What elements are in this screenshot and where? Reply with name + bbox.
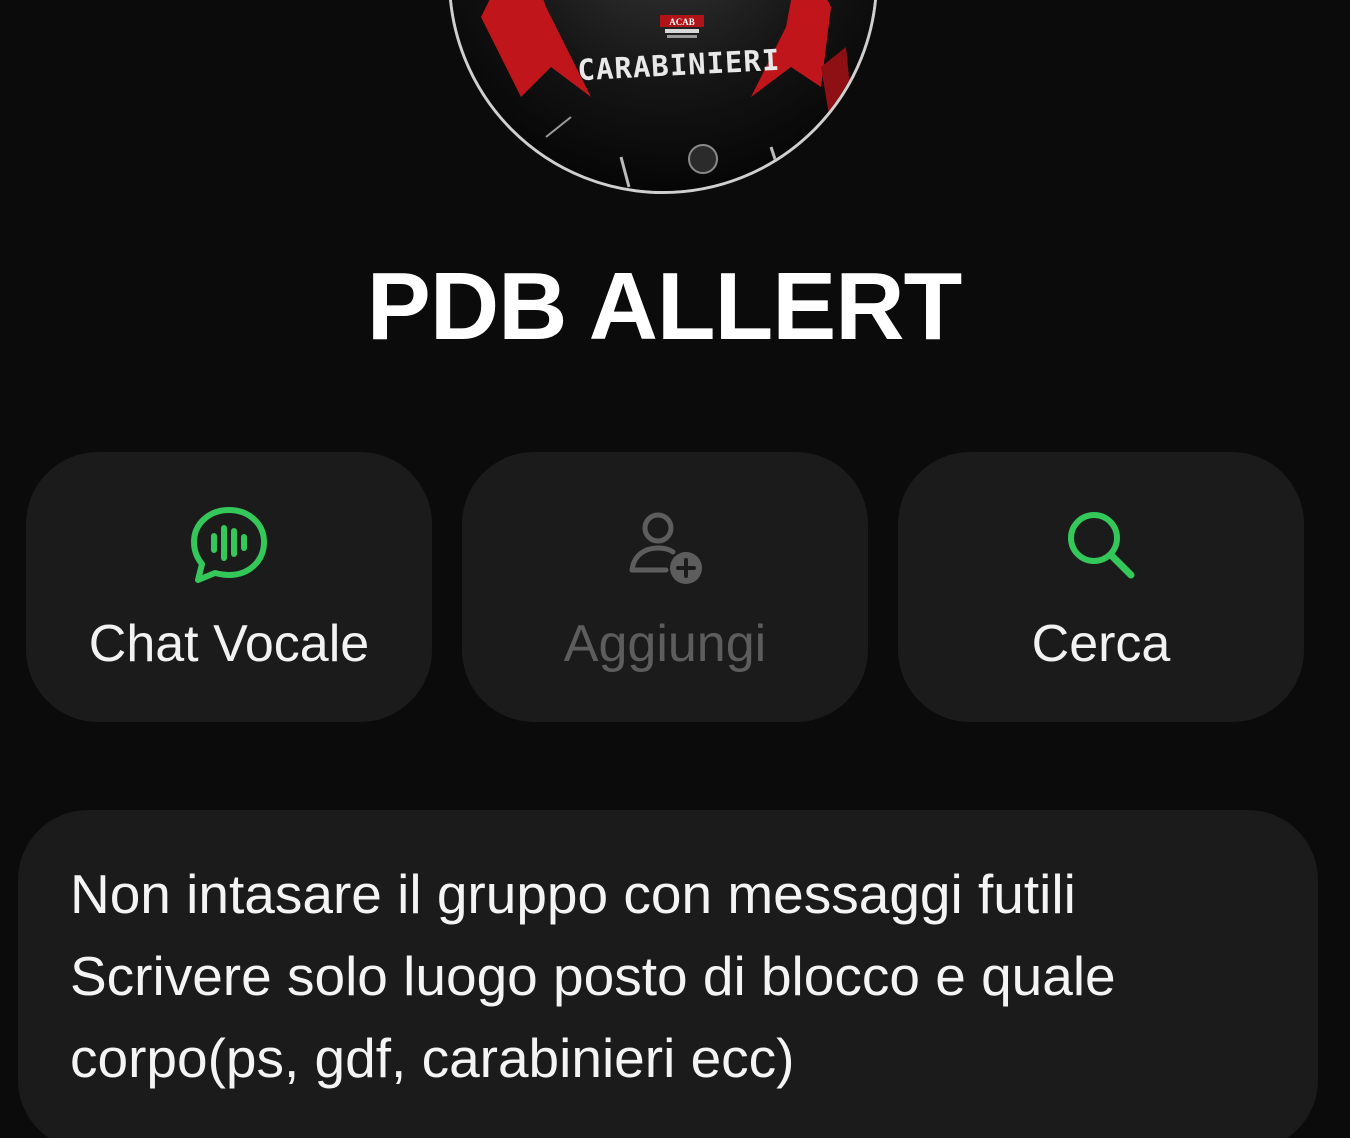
add-member-button[interactable]: Aggiungi	[462, 452, 868, 722]
search-label: Cerca	[1031, 615, 1171, 673]
description-line: Scrivere solo luogo posto di blocco e qu…	[70, 945, 1116, 1007]
voice-chat-button[interactable]: Chat Vocale	[26, 452, 432, 722]
description-line: Non intasare il gruppo con messaggi futi…	[70, 863, 1076, 925]
voice-chat-icon	[191, 507, 267, 583]
group-description[interactable]: Non intasare il gruppo con messaggi futi…	[18, 810, 1318, 1138]
add-person-icon	[629, 512, 702, 584]
voice-chat-label: Chat Vocale	[88, 615, 370, 673]
search-icon	[1068, 512, 1135, 579]
group-avatar[interactable]: ACAB CARABINIERI	[448, 0, 878, 194]
add-member-label: Aggiungi	[563, 615, 767, 673]
group-title: PDB ALLERT	[366, 253, 962, 360]
description-line: corpo(ps, gdf, carabinieri ecc)	[70, 1027, 795, 1089]
badge-text: ACAB	[669, 17, 695, 27]
search-button[interactable]: Cerca	[898, 452, 1304, 722]
